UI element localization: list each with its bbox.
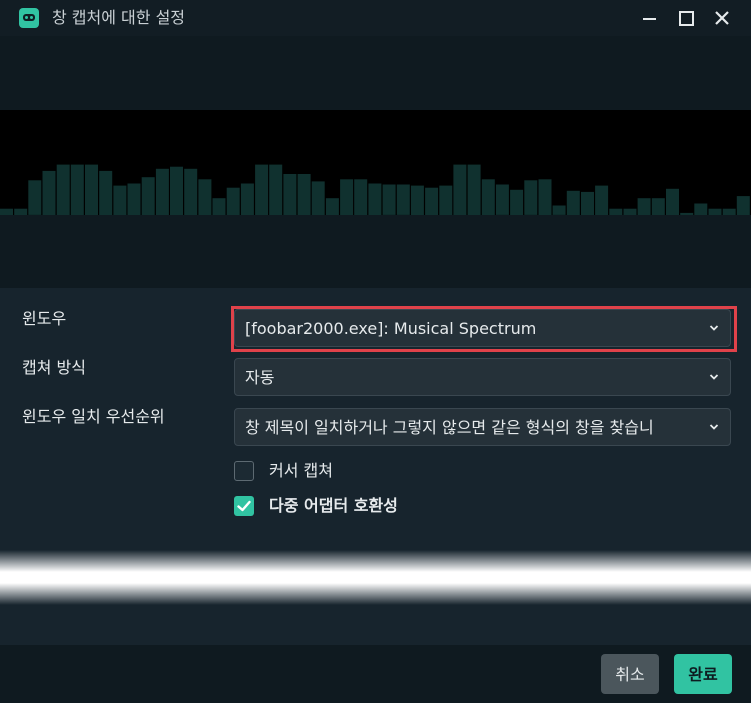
cancel-button[interactable]: 취소 bbox=[601, 654, 659, 694]
chevron-down-icon bbox=[709, 325, 719, 331]
spectrum-bar bbox=[269, 164, 283, 215]
spectrum-bar bbox=[552, 205, 566, 215]
spectrum-bar bbox=[354, 179, 368, 215]
spectrum-bar bbox=[42, 170, 56, 215]
spectrum-bar bbox=[736, 196, 750, 215]
spectrum-bar bbox=[566, 190, 580, 215]
spectrum-bar bbox=[56, 164, 70, 215]
spectrum-bar bbox=[439, 185, 453, 215]
priority-select[interactable]: 창 제목이 일치하거나 그렇지 않으면 같은 형식의 창을 찾습니 bbox=[234, 408, 731, 446]
spectrum-bar bbox=[127, 183, 141, 215]
spectrum-bar bbox=[666, 188, 679, 215]
maximize-icon[interactable] bbox=[674, 6, 698, 30]
capture-cursor-label: 커서 캡쳐 bbox=[269, 461, 333, 480]
preview-area-top bbox=[0, 36, 751, 110]
spectrum-bar bbox=[170, 166, 183, 215]
capture-method-label: 캡쳐 방식 bbox=[22, 358, 86, 377]
spectrum-bar bbox=[325, 198, 339, 215]
preview-area-bottom bbox=[0, 215, 751, 288]
spectrum-bar bbox=[481, 179, 495, 215]
checkmark-icon bbox=[237, 500, 251, 512]
spectrum-bar bbox=[198, 179, 212, 215]
spectrum-preview bbox=[0, 164, 750, 215]
spectrum-bar bbox=[524, 180, 538, 215]
lower-panel bbox=[0, 605, 751, 645]
spectrum-bar bbox=[510, 189, 524, 215]
spectrum-bar bbox=[382, 184, 396, 215]
window-label: 윈도우 bbox=[22, 309, 67, 328]
close-icon[interactable] bbox=[710, 6, 734, 30]
spectrum-bar bbox=[637, 198, 651, 215]
spectrum-bar bbox=[410, 185, 424, 215]
done-button[interactable]: 완료 bbox=[674, 654, 732, 694]
minimize-icon[interactable] bbox=[638, 6, 662, 30]
spectrum-bar bbox=[70, 164, 84, 215]
spectrum-bar bbox=[85, 164, 98, 215]
spectrum-bar bbox=[212, 198, 226, 215]
spectrum-bar bbox=[453, 164, 467, 215]
streamlabs-icon bbox=[19, 8, 39, 28]
spectrum-bar bbox=[255, 164, 269, 215]
window-select-value: [foobar2000.exe]: Musical Spectrum bbox=[245, 319, 537, 338]
window-title: 창 캡처에 대한 설정 bbox=[52, 8, 186, 27]
spectrum-bar bbox=[113, 185, 127, 215]
spectrum-bar bbox=[99, 170, 113, 215]
spectrum-bar bbox=[240, 183, 254, 215]
spectrum-bar bbox=[694, 203, 708, 215]
capture-preview bbox=[0, 110, 751, 215]
spectrum-bar bbox=[311, 181, 325, 215]
capture-cursor-checkbox[interactable] bbox=[234, 461, 254, 481]
multi-adapter-checkbox[interactable] bbox=[234, 496, 254, 516]
window-select[interactable]: [foobar2000.exe]: Musical Spectrum bbox=[234, 309, 731, 347]
spectrum-bar bbox=[184, 168, 198, 215]
title-bar: 창 캡처에 대한 설정 bbox=[0, 0, 751, 36]
spectrum-bar bbox=[283, 174, 297, 215]
multi-adapter-label: 다중 어댑터 호환성 bbox=[269, 496, 398, 515]
spectrum-bar bbox=[651, 198, 665, 215]
spectrum-bar bbox=[495, 184, 509, 215]
spectrum-bar bbox=[297, 174, 311, 215]
spectrum-bar bbox=[155, 168, 169, 215]
spectrum-bar bbox=[396, 184, 410, 215]
spectrum-bar bbox=[368, 183, 382, 215]
spectrum-bar bbox=[581, 191, 594, 215]
chevron-down-icon bbox=[709, 374, 719, 380]
spectrum-bar bbox=[425, 187, 439, 215]
spectrum-bar bbox=[467, 164, 481, 215]
spectrum-bar bbox=[538, 179, 552, 215]
spectrum-bar bbox=[340, 179, 354, 215]
light-band bbox=[0, 550, 751, 605]
priority-value: 창 제목이 일치하거나 그렇지 않으면 같은 형식의 창을 찾습니 bbox=[245, 418, 654, 437]
priority-label: 윈도우 일치 우선순위 bbox=[22, 407, 165, 426]
capture-method-select[interactable]: 자동 bbox=[234, 358, 731, 396]
spectrum-bar bbox=[226, 187, 240, 215]
spectrum-bar bbox=[28, 180, 42, 215]
spectrum-bar bbox=[141, 177, 155, 215]
spectrum-bar bbox=[595, 185, 609, 215]
capture-method-value: 자동 bbox=[245, 368, 275, 387]
chevron-down-icon bbox=[709, 424, 719, 430]
